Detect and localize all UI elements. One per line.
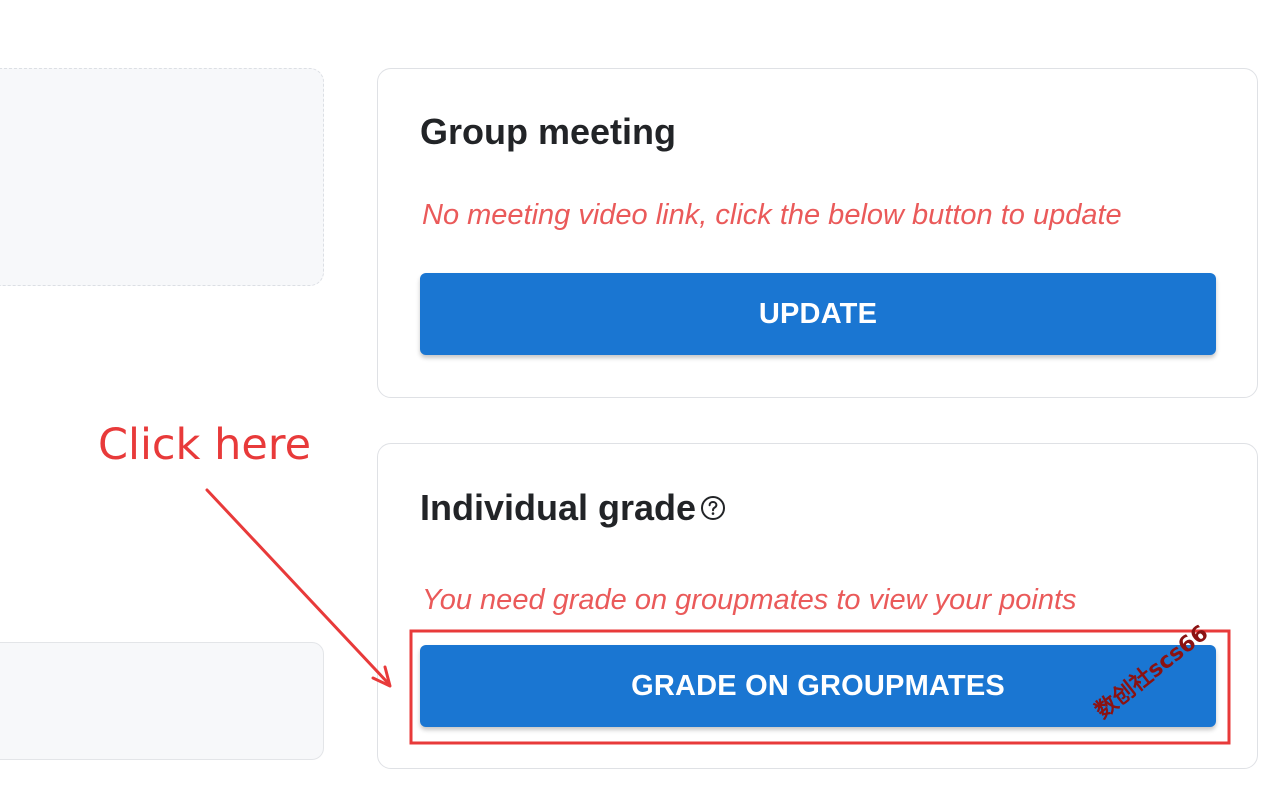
grade-notice: You need grade on groupmates to view you… <box>422 584 1077 616</box>
left-lower-panel <box>0 642 324 760</box>
question-circle-icon[interactable] <box>700 495 726 521</box>
click-here-annotation: Click here <box>98 420 312 470</box>
group-meeting-title-text: Group meeting <box>420 111 677 152</box>
individual-grade-card: Individual grade You need grade on group… <box>377 443 1258 769</box>
individual-grade-title: Individual grade <box>420 490 726 526</box>
group-meeting-title: Group meeting <box>420 114 676 150</box>
page: Group meeting No meeting video link, cli… <box>0 0 1280 800</box>
meeting-link-notice: No meeting video link, click the below b… <box>422 199 1122 231</box>
left-placeholder-panel <box>0 68 324 286</box>
group-meeting-card: Group meeting No meeting video link, cli… <box>377 68 1258 398</box>
update-button[interactable]: UPDATE <box>420 273 1216 355</box>
individual-grade-title-text: Individual grade <box>420 487 697 528</box>
grade-on-groupmates-button[interactable]: GRADE ON GROUPMATES <box>420 645 1216 727</box>
